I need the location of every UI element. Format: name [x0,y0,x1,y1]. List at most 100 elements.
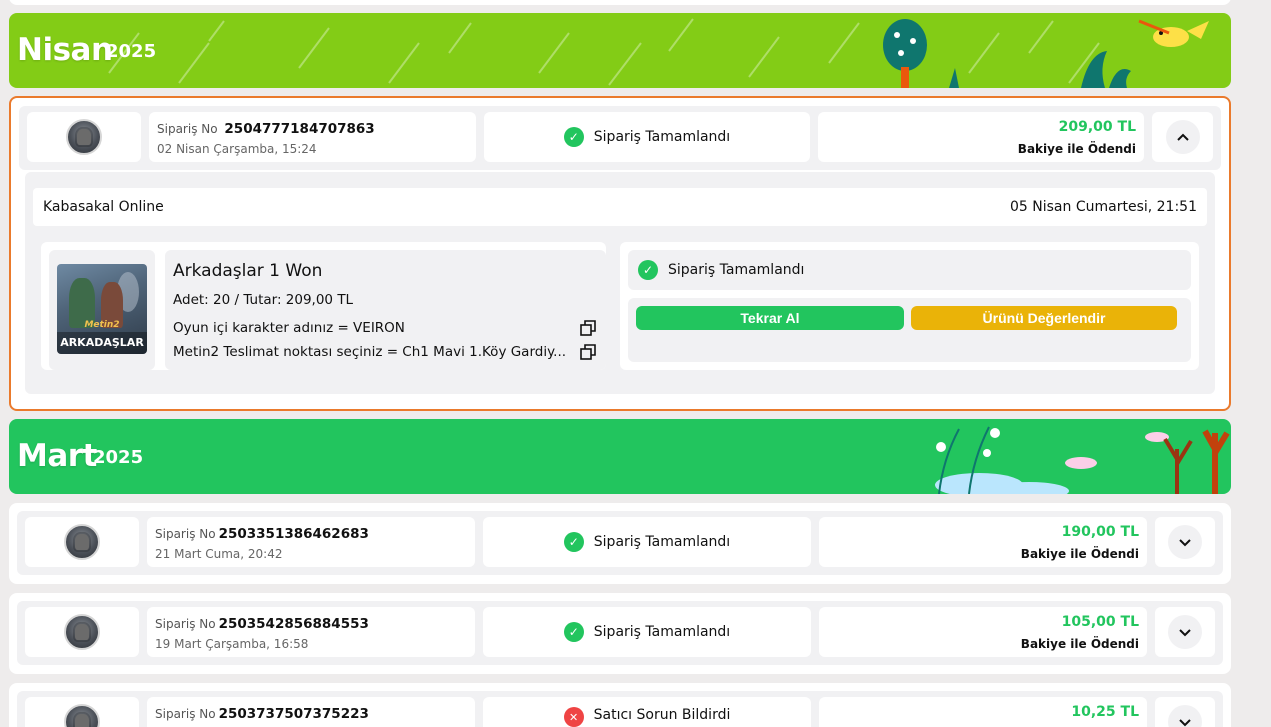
order-status: Satıcı Sorun Bildirdi [593,707,731,723]
order-date: 21 Mart Cuma, 20:42 [155,547,283,561]
spring-illustration [883,19,1209,88]
order-no-line: Sipariş No 2503542856884553 [155,616,369,632]
order-summary-row: Sipariş No 2503351386462683 21 Mart Cuma,… [17,511,1223,575]
order-summary-row: Sipariş No 2504777184707863 02 Nisan Çar… [19,106,1221,170]
payment-method: Bakiye ile Ödendi [1020,547,1139,561]
seller-row: Kabasakal Online 05 Nisan Cumartesi, 21:… [33,188,1207,226]
chevron-down-icon [1179,719,1191,727]
order-info-cell: Sipariş No 2503737507375223 [147,697,475,727]
order-card[interactable]: Sipariş No 2503737507375223 ✕ Satıcı Sorun… [9,683,1231,727]
seller-avatar-cell [27,112,141,162]
expand-button[interactable] [1168,615,1202,649]
collapse-button[interactable] [1165,120,1200,154]
copy-icon[interactable] [580,320,596,336]
check-icon: ✓ [638,260,658,280]
order-info-cell: Sipariş No 2503542856884553 19 Mart Çarşa… [147,607,475,657]
delivery-date: 05 Nisan Cumartesi, 21:51 [1010,199,1197,215]
seller-avatar [64,614,100,650]
month-name: Mart [17,438,97,474]
product-card: Metin2 ARKADAŞLAR Arkadaşlar 1 Won Adet:… [41,242,606,370]
seller-name: Kabasakal Online [43,199,164,215]
month-banner-nisan: Nisan 2025 [9,13,1231,88]
order-status: Sipariş Tamamlandı [593,624,731,640]
order-no: 2503542856884553 [218,616,369,632]
order-date: 02 Nisan Çarşamba, 15:24 [157,142,317,156]
order-no: 2503737507375223 [218,706,369,722]
order-no-label: Sipariş No [155,707,216,721]
order-status: Sipariş Tamamlandı [593,534,731,550]
seller-avatar-cell [25,697,139,727]
product-info: Arkadaşlar 1 Won Adet: 20 / Tutar: 209,0… [165,250,606,370]
order-price-cell: 209,00 TL Bakiye ile Ödendi [818,112,1144,162]
product-title: Arkadaşlar 1 Won [173,261,323,281]
check-icon: ✓ [563,532,584,552]
chevron-down-icon [1179,539,1191,547]
seller-avatar [64,704,100,727]
expand-button[interactable] [1168,705,1202,727]
product-image-caption: ARKADAŞLAR [57,332,147,354]
order-items: Metin2 ARKADAŞLAR Arkadaşlar 1 Won Adet:… [33,234,1207,378]
order-no-line: Sipariş No 2503351386462683 [155,526,369,542]
order-summary-row: Sipariş No 2503737507375223 ✕ Satıcı Sorun… [17,691,1223,727]
check-icon: ✓ [563,127,584,147]
order-price-cell: 10,25 TL [819,697,1147,727]
error-icon: ✕ [563,707,584,727]
detail-status: Sipariş Tamamlandı [668,262,805,278]
expand-button[interactable] [1168,525,1202,559]
order-summary-row: Sipariş No 2503542856884553 19 Mart Çarşa… [17,601,1223,665]
order-no: 2503351386462683 [218,526,369,542]
month-year: 2025 [106,41,157,62]
collapse-cell [1152,112,1213,162]
order-date: 19 Mart Çarşamba, 16:58 [155,637,309,651]
order-no-label: Sipariş No [155,527,216,541]
seller-avatar-cell [25,607,139,657]
order-price-cell: 190,00 TL Bakiye ile Ödendi [819,517,1147,567]
spring-illustration [935,426,1230,494]
order-no-line: Sipariş No 2504777184707863 [157,121,375,137]
detail-status-row: ✓ Sipariş Tamamlandı [628,250,1191,290]
product-field-character: Oyun içi karakter adınız = VEIRON [173,320,405,336]
order-status-cell: ✓ Sipariş Tamamlandı [483,607,811,657]
order-card[interactable]: Sipariş No 2503351386462683 21 Mart Cuma,… [9,503,1231,584]
product-image-logo: Metin2 [84,320,120,330]
order-status: Sipariş Tamamlandı [593,129,731,145]
month-name: Nisan [17,32,113,68]
order-no: 2504777184707863 [224,121,375,137]
order-status-cell: ✓ Sipariş Tamamlandı [484,112,810,162]
order-actions-card: ✓ Sipariş Tamamlandı Tekrar Al Ürünü Değ… [620,242,1199,370]
payment-method: Bakiye ile Ödendi [1020,637,1139,651]
month-banner-mart: Mart 2025 [9,419,1231,494]
order-price-cell: 105,00 TL Bakiye ile Ödendi [819,607,1147,657]
order-status-cell: ✕ Satıcı Sorun Bildirdi [483,697,811,727]
action-buttons: Tekrar Al Ürünü Değerlendir [628,298,1191,362]
seller-avatar [64,524,100,560]
seller-avatar [66,119,102,155]
product-image-box: Metin2 ARKADAŞLAR [49,250,155,370]
order-card-expanded: Sipariş No 2504777184707863 02 Nisan Çar… [9,96,1231,411]
order-info-cell: Sipariş No 2504777184707863 02 Nisan Çar… [149,112,476,162]
review-product-button[interactable]: Ürünü Değerlendir [911,306,1177,330]
copy-icon[interactable] [580,344,596,360]
expand-cell [1155,607,1215,657]
seller-avatar-cell [25,517,139,567]
order-price: 105,00 TL [1061,614,1139,630]
buy-again-button[interactable]: Tekrar Al [636,306,904,330]
order-price: 209,00 TL [1058,119,1136,135]
order-no-label: Sipariş No [157,122,218,136]
product-field-delivery: Metin2 Teslimat noktası seçiniz = Ch1 Ma… [173,344,567,360]
chevron-down-icon [1179,629,1191,637]
order-no-label: Sipariş No [155,617,216,631]
product-qty: Adet: 20 / Tutar: 209,00 TL [173,292,354,308]
order-no-line: Sipariş No 2503737507375223 [155,706,369,722]
order-card[interactable]: Sipariş No 2503542856884553 19 Mart Çarşa… [9,593,1231,674]
check-icon: ✓ [563,622,584,642]
payment-method: Bakiye ile Ödendi [1017,142,1136,156]
product-image: Metin2 ARKADAŞLAR [57,264,147,354]
chevron-up-icon [1176,133,1189,141]
order-price: 190,00 TL [1061,524,1139,540]
expand-cell [1155,517,1215,567]
order-status-cell: ✓ Sipariş Tamamlandı [483,517,811,567]
order-info-cell: Sipariş No 2503351386462683 21 Mart Cuma,… [147,517,475,567]
order-price: 10,25 TL [1071,704,1139,720]
expand-cell [1155,697,1215,727]
